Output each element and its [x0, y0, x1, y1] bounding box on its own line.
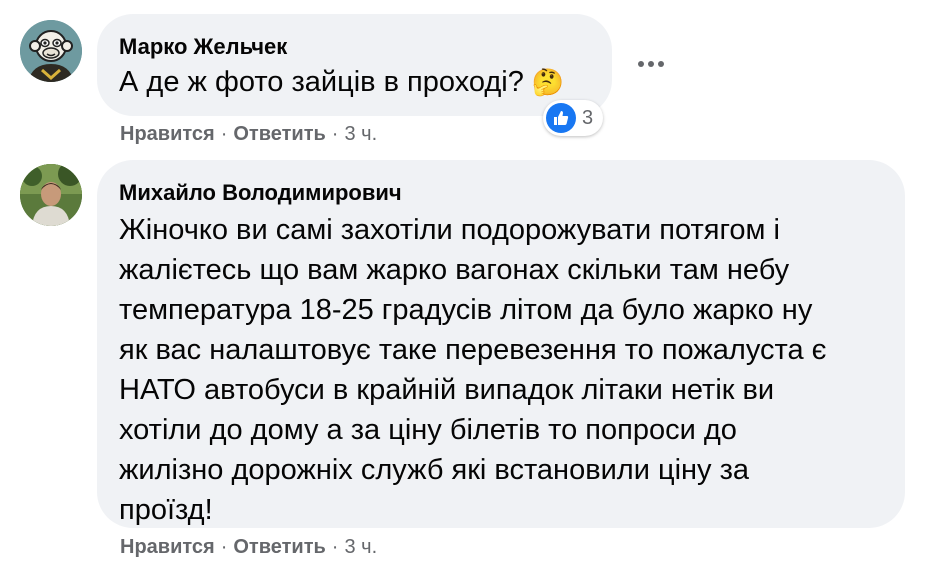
comment-timestamp[interactable]: 3 ч.: [344, 536, 377, 558]
comment-text-line: хотіли до дому а за ціну білетів то попр…: [119, 414, 737, 446]
reply-link[interactable]: Ответить: [233, 123, 325, 145]
reply-link[interactable]: Ответить: [233, 536, 325, 558]
comment-author[interactable]: Марко Жельчек: [119, 34, 287, 60]
separator-dot: ·: [331, 123, 339, 145]
comment-text-line: проїзд!: [119, 494, 213, 526]
thinking-face-icon: 🤔: [531, 67, 565, 97]
comment-text-line: Жіночко ви самі захотіли подорожувати по…: [119, 214, 780, 246]
avatar[interactable]: [20, 164, 82, 226]
comment-actions: Нравится · Ответить · 3 ч.: [120, 535, 377, 559]
comment-actions: Нравится · Ответить · 3 ч.: [120, 122, 377, 146]
comment-text: Жіночко ви самі захотіли подорожувати по…: [119, 210, 826, 530]
thumbs-up-icon: [546, 103, 576, 133]
comment-text-line: жалієтесь що вам жарко вагонах скільки т…: [119, 254, 790, 286]
like-link[interactable]: Нравится: [120, 536, 215, 558]
more-options-button[interactable]: [634, 52, 668, 76]
comment-text-body: А де ж фото зайців в проході?: [119, 66, 524, 98]
comment-text-line: температура 18-25 градусів літом да було…: [119, 294, 813, 326]
more-dot-icon: [638, 61, 644, 67]
comment-bubble: Марко Жельчек А де ж фото зайців в прохо…: [97, 14, 612, 116]
comment-1: Марко Жельчек А де ж фото зайців в прохо…: [0, 0, 926, 150]
reaction-summary[interactable]: 3: [543, 100, 604, 136]
comment-text-line: жилізно дорожніх служб які встановили ці…: [119, 454, 750, 486]
like-link[interactable]: Нравится: [120, 123, 215, 145]
person-photo-avatar-icon: [20, 164, 82, 226]
avatar[interactable]: [20, 20, 82, 82]
separator-dot: ·: [220, 536, 228, 558]
comment-text-line: НАТО автобуси в крайній випадок літаки н…: [119, 374, 775, 406]
comment-text: А де ж фото зайців в проході? 🤔: [119, 62, 564, 102]
comment-author[interactable]: Михайло Володимирович: [119, 180, 402, 206]
separator-dot: ·: [220, 123, 228, 145]
comment-2: Михайло Володимирович Жіночко ви самі за…: [0, 150, 926, 562]
separator-dot: ·: [331, 536, 339, 558]
comment-text-line: як вас налаштовує таке перевезення то по…: [119, 334, 827, 366]
comment-bubble: Михайло Володимирович Жіночко ви самі за…: [97, 160, 905, 528]
reaction-count: 3: [582, 106, 594, 129]
comment-timestamp[interactable]: 3 ч.: [344, 123, 377, 145]
monkey-avatar-icon: [20, 20, 82, 82]
more-dot-icon: [658, 61, 664, 67]
more-dot-icon: [648, 61, 654, 67]
